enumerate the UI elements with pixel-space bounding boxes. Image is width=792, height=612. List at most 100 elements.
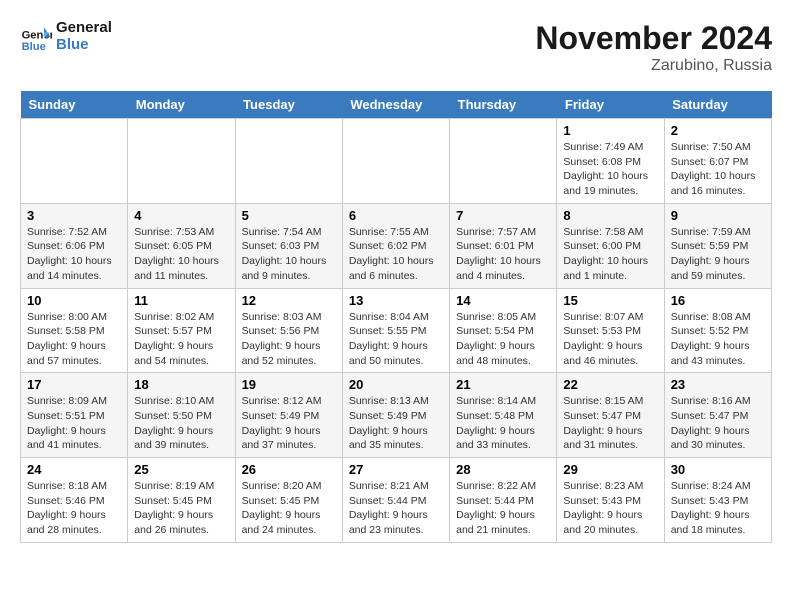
day-cell: 27 Sunrise: 8:21 AM Sunset: 5:44 PM Dayli… bbox=[342, 458, 449, 543]
day-number: 25 bbox=[134, 462, 228, 477]
day-info: Sunrise: 8:02 AM Sunset: 5:57 PM Dayligh… bbox=[134, 310, 228, 369]
day-cell: 22Sunrise: 8:15 AM Sunset: 5:47 PM Dayli… bbox=[557, 373, 664, 458]
day-cell: 5 Sunrise: 7:54 AM Sunset: 6:03 PM Daylig… bbox=[235, 203, 342, 288]
day-cell: 19Sunrise: 8:12 AM Sunset: 5:49 PM Dayli… bbox=[235, 373, 342, 458]
day-info: Sunrise: 8:24 AM Sunset: 5:43 PM Dayligh… bbox=[671, 479, 765, 538]
day-number: 8 bbox=[563, 208, 657, 223]
day-number: 7 bbox=[456, 208, 550, 223]
day-cell: 26 Sunrise: 8:20 AM Sunset: 5:45 PM Dayli… bbox=[235, 458, 342, 543]
day-number: 13 bbox=[349, 293, 443, 308]
day-info: Sunrise: 7:49 AM Sunset: 6:08 PM Dayligh… bbox=[563, 140, 657, 199]
day-number: 24 bbox=[27, 462, 121, 477]
day-cell: 21 Sunrise: 8:14 AM Sunset: 5:48 PM Dayli… bbox=[450, 373, 557, 458]
day-cell: 16 Sunrise: 8:08 AM Sunset: 5:52 PM Dayli… bbox=[664, 288, 771, 373]
day-info: Sunrise: 8:00 AM Sunset: 5:58 PM Dayligh… bbox=[27, 310, 121, 369]
day-cell: 29 Sunrise: 8:23 AM Sunset: 5:43 PM Dayli… bbox=[557, 458, 664, 543]
weekday-header-thursday: Thursday bbox=[450, 91, 557, 119]
week-row-1: 1 Sunrise: 7:49 AM Sunset: 6:08 PM Daylig… bbox=[21, 119, 772, 204]
day-cell: 17 Sunrise: 8:09 AM Sunset: 5:51 PM Dayli… bbox=[21, 373, 128, 458]
day-info: Sunrise: 7:52 AM Sunset: 6:06 PM Dayligh… bbox=[27, 225, 121, 284]
day-number: 10 bbox=[27, 293, 121, 308]
day-info: Sunrise: 8:19 AM Sunset: 5:45 PM Dayligh… bbox=[134, 479, 228, 538]
day-cell: 8Sunrise: 7:58 AM Sunset: 6:00 PM Daylig… bbox=[557, 203, 664, 288]
day-cell: 15 Sunrise: 8:07 AM Sunset: 5:53 PM Dayli… bbox=[557, 288, 664, 373]
day-number: 9 bbox=[671, 208, 765, 223]
day-number: 21 bbox=[456, 377, 550, 392]
day-info: Sunrise: 8:10 AM Sunset: 5:50 PM Dayligh… bbox=[134, 394, 228, 453]
weekday-header-saturday: Saturday bbox=[664, 91, 771, 119]
logo: General Blue General Blue bbox=[20, 20, 112, 53]
week-row-3: 10 Sunrise: 8:00 AM Sunset: 5:58 PM Dayli… bbox=[21, 288, 772, 373]
day-number: 11 bbox=[134, 293, 228, 308]
weekday-header-wednesday: Wednesday bbox=[342, 91, 449, 119]
day-info: Sunrise: 7:55 AM Sunset: 6:02 PM Dayligh… bbox=[349, 225, 443, 284]
day-number: 2 bbox=[671, 123, 765, 138]
weekday-header-sunday: Sunday bbox=[21, 91, 128, 119]
day-cell: 28 Sunrise: 8:22 AM Sunset: 5:44 PM Dayli… bbox=[450, 458, 557, 543]
day-info: Sunrise: 8:13 AM Sunset: 5:49 PM Dayligh… bbox=[349, 394, 443, 453]
day-info: Sunrise: 8:03 AM Sunset: 5:56 PM Dayligh… bbox=[242, 310, 336, 369]
day-number: 16 bbox=[671, 293, 765, 308]
day-info: Sunrise: 8:20 AM Sunset: 5:45 PM Dayligh… bbox=[242, 479, 336, 538]
location: Zarubino, Russia bbox=[535, 57, 772, 75]
day-number: 20 bbox=[349, 377, 443, 392]
day-number: 28 bbox=[456, 462, 550, 477]
day-info: Sunrise: 8:12 AM Sunset: 5:49 PM Dayligh… bbox=[242, 394, 336, 453]
day-number: 4 bbox=[134, 208, 228, 223]
day-cell: 6 Sunrise: 7:55 AM Sunset: 6:02 PM Daylig… bbox=[342, 203, 449, 288]
day-number: 18 bbox=[134, 377, 228, 392]
weekday-header-friday: Friday bbox=[557, 91, 664, 119]
day-info: Sunrise: 8:05 AM Sunset: 5:54 PM Dayligh… bbox=[456, 310, 550, 369]
day-number: 5 bbox=[242, 208, 336, 223]
day-cell: 7Sunrise: 7:57 AM Sunset: 6:01 PM Daylig… bbox=[450, 203, 557, 288]
day-cell bbox=[235, 119, 342, 204]
logo-general: General bbox=[56, 20, 112, 37]
day-cell: 25 Sunrise: 8:19 AM Sunset: 5:45 PM Dayli… bbox=[128, 458, 235, 543]
week-row-2: 3 Sunrise: 7:52 AM Sunset: 6:06 PM Daylig… bbox=[21, 203, 772, 288]
day-cell: 2 Sunrise: 7:50 AM Sunset: 6:07 PM Daylig… bbox=[664, 119, 771, 204]
logo-blue: Blue bbox=[56, 37, 112, 54]
day-number: 23 bbox=[671, 377, 765, 392]
day-number: 15 bbox=[563, 293, 657, 308]
day-cell: 1 Sunrise: 7:49 AM Sunset: 6:08 PM Daylig… bbox=[557, 119, 664, 204]
day-cell bbox=[450, 119, 557, 204]
day-number: 12 bbox=[242, 293, 336, 308]
day-info: Sunrise: 7:59 AM Sunset: 5:59 PM Dayligh… bbox=[671, 225, 765, 284]
day-cell: 13Sunrise: 8:04 AM Sunset: 5:55 PM Dayli… bbox=[342, 288, 449, 373]
weekday-header-tuesday: Tuesday bbox=[235, 91, 342, 119]
day-info: Sunrise: 8:16 AM Sunset: 5:47 PM Dayligh… bbox=[671, 394, 765, 453]
page-header: General Blue General Blue November 2024 … bbox=[20, 20, 772, 75]
title-block: November 2024 Zarubino, Russia bbox=[535, 20, 772, 75]
day-number: 17 bbox=[27, 377, 121, 392]
day-cell: 12 Sunrise: 8:03 AM Sunset: 5:56 PM Dayli… bbox=[235, 288, 342, 373]
day-cell: 14 Sunrise: 8:05 AM Sunset: 5:54 PM Dayli… bbox=[450, 288, 557, 373]
day-cell bbox=[128, 119, 235, 204]
day-number: 30 bbox=[671, 462, 765, 477]
month-title: November 2024 bbox=[535, 20, 772, 57]
day-info: Sunrise: 8:22 AM Sunset: 5:44 PM Dayligh… bbox=[456, 479, 550, 538]
day-number: 6 bbox=[349, 208, 443, 223]
day-number: 26 bbox=[242, 462, 336, 477]
day-cell: 24Sunrise: 8:18 AM Sunset: 5:46 PM Dayli… bbox=[21, 458, 128, 543]
weekday-header-row: SundayMondayTuesdayWednesdayThursdayFrid… bbox=[21, 91, 772, 119]
day-cell: 20 Sunrise: 8:13 AM Sunset: 5:49 PM Dayli… bbox=[342, 373, 449, 458]
weekday-header-monday: Monday bbox=[128, 91, 235, 119]
day-info: Sunrise: 8:23 AM Sunset: 5:43 PM Dayligh… bbox=[563, 479, 657, 538]
day-info: Sunrise: 8:21 AM Sunset: 5:44 PM Dayligh… bbox=[349, 479, 443, 538]
day-info: Sunrise: 7:54 AM Sunset: 6:03 PM Dayligh… bbox=[242, 225, 336, 284]
week-row-5: 24Sunrise: 8:18 AM Sunset: 5:46 PM Dayli… bbox=[21, 458, 772, 543]
day-number: 3 bbox=[27, 208, 121, 223]
day-info: Sunrise: 8:09 AM Sunset: 5:51 PM Dayligh… bbox=[27, 394, 121, 453]
week-row-4: 17 Sunrise: 8:09 AM Sunset: 5:51 PM Dayli… bbox=[21, 373, 772, 458]
day-number: 1 bbox=[563, 123, 657, 138]
day-info: Sunrise: 8:08 AM Sunset: 5:52 PM Dayligh… bbox=[671, 310, 765, 369]
day-number: 14 bbox=[456, 293, 550, 308]
day-info: Sunrise: 7:50 AM Sunset: 6:07 PM Dayligh… bbox=[671, 140, 765, 199]
day-number: 29 bbox=[563, 462, 657, 477]
day-info: Sunrise: 7:53 AM Sunset: 6:05 PM Dayligh… bbox=[134, 225, 228, 284]
day-cell: 30 Sunrise: 8:24 AM Sunset: 5:43 PM Dayli… bbox=[664, 458, 771, 543]
day-info: Sunrise: 8:14 AM Sunset: 5:48 PM Dayligh… bbox=[456, 394, 550, 453]
day-cell: 18 Sunrise: 8:10 AM Sunset: 5:50 PM Dayli… bbox=[128, 373, 235, 458]
day-info: Sunrise: 8:07 AM Sunset: 5:53 PM Dayligh… bbox=[563, 310, 657, 369]
day-number: 27 bbox=[349, 462, 443, 477]
